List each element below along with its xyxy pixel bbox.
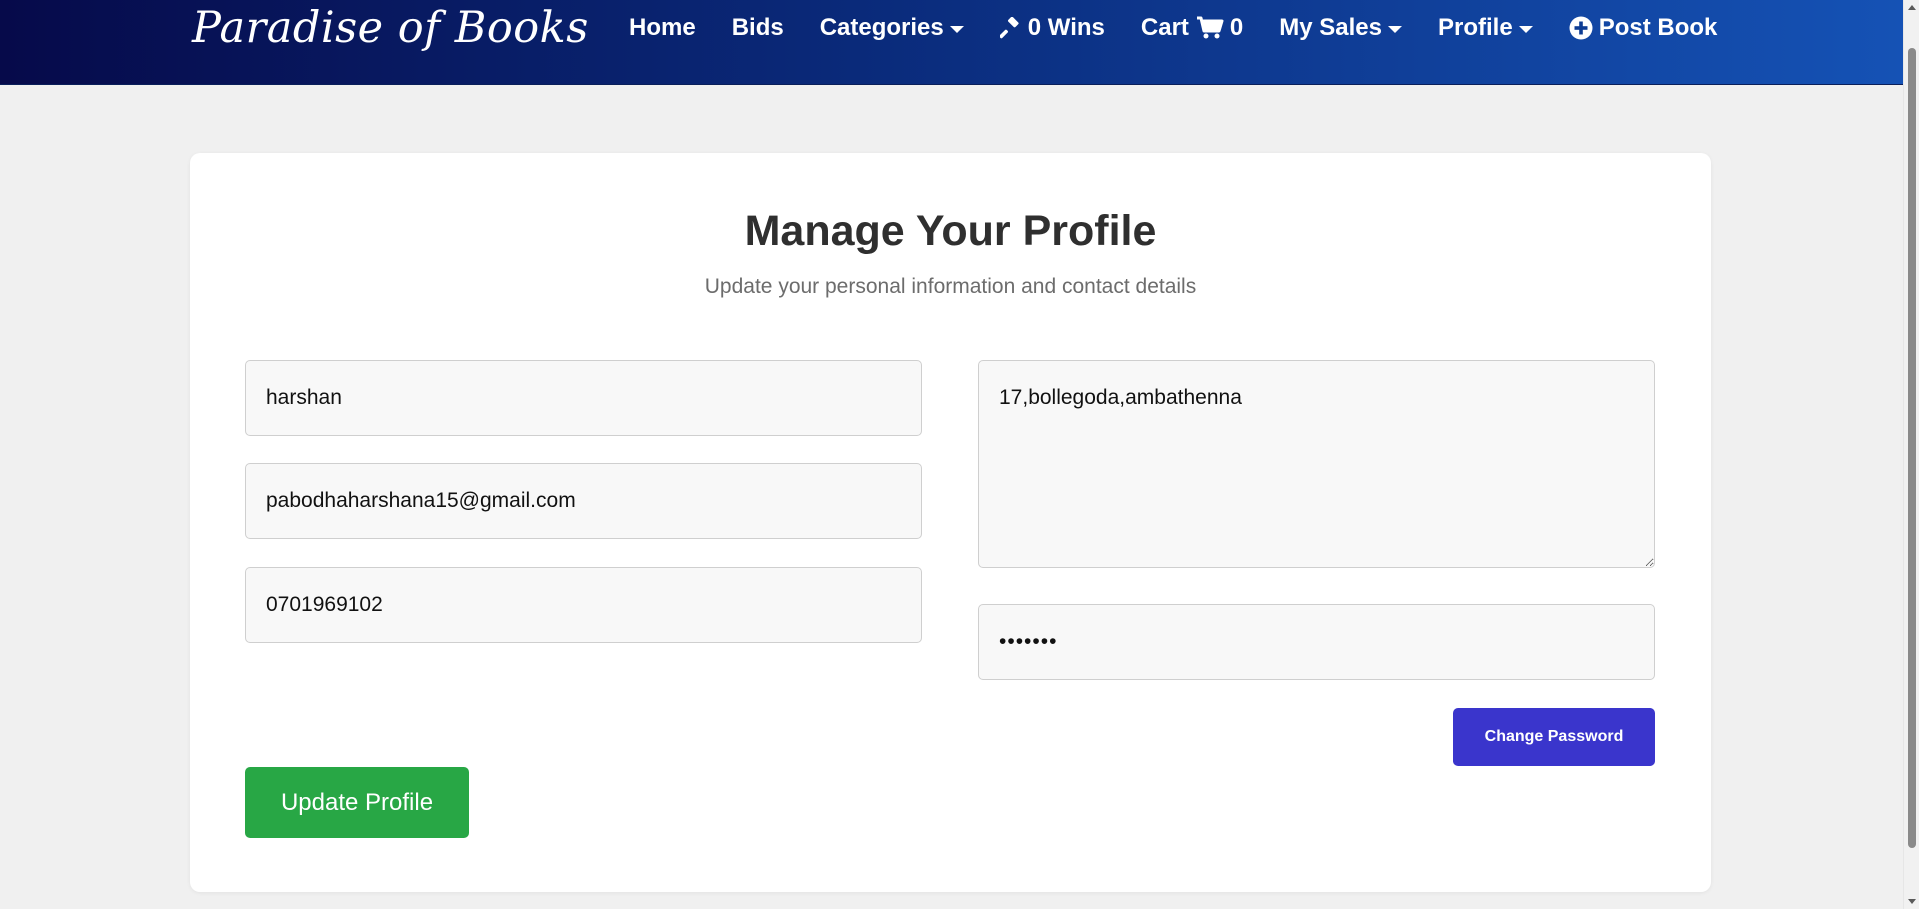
- nav-post-book-label: Post Book: [1598, 14, 1718, 41]
- password-input[interactable]: [978, 604, 1655, 680]
- nav-bids-label: Bids: [731, 14, 784, 41]
- nav-home-label: Home: [629, 14, 696, 41]
- name-input[interactable]: [245, 360, 922, 436]
- change-password-button[interactable]: Change Password: [1453, 708, 1655, 766]
- navbar: Paradise of Books Home Bids Categories 0…: [0, 0, 1903, 85]
- nav-my-sales-dropdown[interactable]: My Sales: [1279, 14, 1402, 42]
- brand-logo[interactable]: Paradise of Books: [192, 0, 589, 56]
- nav-cart[interactable]: Cart 0: [1141, 14, 1243, 42]
- gavel-icon: [999, 17, 1022, 39]
- profile-card: Manage Your Profile Update your personal…: [190, 153, 1711, 892]
- nav-categories-label: Categories: [819, 14, 944, 41]
- nav-categories-dropdown[interactable]: Categories: [820, 14, 964, 42]
- page-title: Manage Your Profile: [744, 207, 1157, 255]
- scroll-thumb[interactable]: [1908, 48, 1916, 848]
- phone-input[interactable]: [245, 567, 922, 643]
- address-textarea[interactable]: 17,bollegoda,ambathenna: [978, 360, 1655, 568]
- page: Paradise of Books Home Bids Categories 0…: [0, 0, 1919, 909]
- nav-my-sales-label: My Sales: [1279, 14, 1382, 41]
- nav-profile-label: Profile: [1438, 14, 1513, 41]
- scroll-up-icon[interactable]: [1908, 5, 1916, 10]
- nav-cart-label: Cart: [1140, 14, 1189, 41]
- nav-home[interactable]: Home: [629, 14, 696, 42]
- update-profile-button[interactable]: Update Profile: [245, 767, 469, 838]
- nav-bids[interactable]: Bids: [732, 14, 784, 42]
- vertical-scrollbar[interactable]: [1903, 0, 1919, 909]
- shopping-cart-icon: [1196, 16, 1224, 40]
- cart-count-badge: 0: [1229, 14, 1244, 41]
- nav-wins-label: 0 Wins: [1027, 14, 1105, 41]
- scroll-down-icon[interactable]: [1908, 899, 1916, 904]
- email-input[interactable]: [245, 463, 922, 539]
- caret-down-icon: [949, 26, 964, 33]
- nav-post-book[interactable]: Post Book: [1569, 14, 1718, 42]
- nav-profile-dropdown[interactable]: Profile: [1438, 14, 1533, 42]
- page-subtitle: Update your personal information and con…: [704, 275, 1197, 298]
- nav-menu: Home Bids Categories 0 Wins Cart 0 My Sa…: [629, 0, 1717, 56]
- caret-down-icon: [1518, 26, 1533, 33]
- nav-wins[interactable]: 0 Wins: [999, 14, 1105, 42]
- plus-circle-icon: [1569, 16, 1593, 40]
- caret-down-icon: [1388, 26, 1402, 33]
